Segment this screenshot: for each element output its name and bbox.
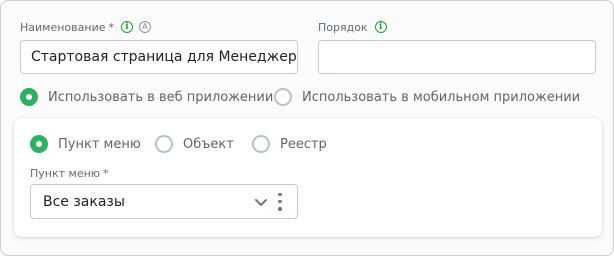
name-label: Наименование * i A xyxy=(20,20,151,34)
required-mark: * xyxy=(103,166,109,180)
radio-unchecked-icon xyxy=(274,88,292,106)
use-in-mobile-label: Использовать в мобильном приложении xyxy=(302,89,581,105)
name-input-value: Стартовая страница для Менеджера xyxy=(31,49,298,65)
auto-translate-icon[interactable]: A xyxy=(138,21,151,33)
type-registry-radio[interactable]: Реестр xyxy=(252,134,327,154)
radio-checked-icon xyxy=(20,88,38,106)
radio-unchecked-icon xyxy=(252,135,270,153)
radio-unchecked-icon xyxy=(155,135,173,153)
type-object-label: Объект xyxy=(183,136,234,152)
type-menu-item-radio[interactable]: Пункт меню xyxy=(30,134,141,154)
order-label: Порядок i xyxy=(318,20,387,34)
menu-item-select[interactable]: Все заказы xyxy=(30,184,298,219)
type-registry-label: Реестр xyxy=(280,136,327,152)
menu-item-select-value: Все заказы xyxy=(43,193,125,210)
order-input[interactable] xyxy=(318,40,596,74)
type-object-radio[interactable]: Объект xyxy=(155,134,234,154)
menu-item-label: Пункт меню * xyxy=(30,166,109,180)
use-in-mobile-radio[interactable]: Использовать в мобильном приложении xyxy=(274,87,580,107)
info-icon[interactable]: i xyxy=(120,21,133,33)
more-options-icon[interactable] xyxy=(277,192,283,211)
name-label-text: Наименование xyxy=(20,20,106,34)
name-input[interactable]: Стартовая страница для Менеджера xyxy=(20,40,298,74)
type-menu-item-label: Пункт меню xyxy=(58,136,141,152)
use-in-web-radio[interactable]: Использовать в веб приложении xyxy=(20,87,273,107)
required-mark: * xyxy=(108,20,114,34)
order-label-text: Порядок xyxy=(318,20,368,34)
menu-item-label-text: Пункт меню xyxy=(30,166,101,180)
radio-checked-icon xyxy=(30,135,48,153)
use-in-web-label: Использовать в веб приложении xyxy=(48,89,274,105)
info-icon[interactable]: i xyxy=(374,21,387,33)
chevron-down-icon[interactable] xyxy=(253,194,269,210)
